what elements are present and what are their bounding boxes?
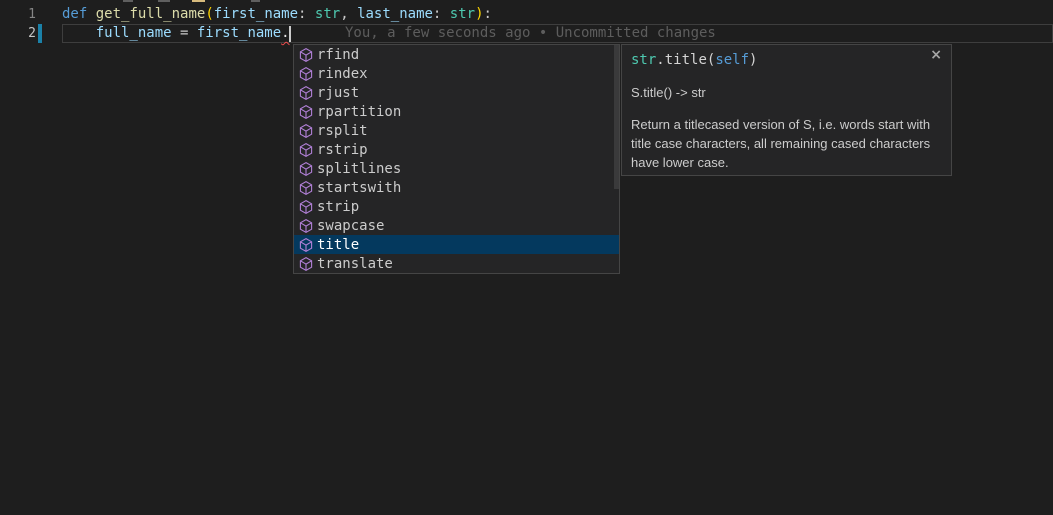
docs-signature: str.title(self) — [631, 51, 943, 70]
suggestion-item[interactable]: rfind — [294, 45, 619, 64]
symbol-method-icon — [298, 218, 314, 234]
suggestion-label: strip — [317, 199, 359, 215]
close-icon[interactable]: × — [930, 47, 942, 63]
suggestion-label: rjust — [317, 85, 359, 101]
suggest-scrollbar[interactable] — [614, 45, 619, 189]
suggestion-label: title — [317, 237, 359, 253]
code-line-2[interactable]: full_name = first_name. — [62, 24, 290, 43]
symbol-method-icon — [298, 237, 314, 253]
symbol-method-icon — [298, 199, 314, 215]
symbol-method-icon — [298, 180, 314, 196]
suggestion-item[interactable]: rstrip — [294, 140, 619, 159]
suggestion-item[interactable]: swapcase — [294, 216, 619, 235]
text-cursor — [289, 26, 291, 42]
line-number-1[interactable]: 1 — [0, 5, 36, 24]
symbol-method-icon — [298, 85, 314, 101]
suggestion-label: rpartition — [317, 104, 401, 120]
clipped-text-fragment — [123, 0, 133, 2]
gutter-modified-indicator — [38, 24, 42, 43]
symbol-method-icon — [298, 161, 314, 177]
suggestion-item[interactable]: rindex — [294, 64, 619, 83]
suggestion-label: rfind — [317, 47, 359, 63]
suggestion-label: startswith — [317, 180, 401, 196]
clipped-text-fragment — [158, 0, 170, 2]
symbol-method-icon — [298, 256, 314, 272]
code-line-1[interactable]: def get_full_name(first_name: str, last_… — [62, 5, 492, 24]
suggestion-label: translate — [317, 256, 393, 272]
suggestion-item[interactable]: rjust — [294, 83, 619, 102]
git-blame-annotation: You, a few seconds ago • Uncommitted cha… — [345, 24, 716, 43]
symbol-method-icon — [298, 104, 314, 120]
symbol-method-icon — [298, 142, 314, 158]
symbol-method-icon — [298, 66, 314, 82]
suggestion-item[interactable]: strip — [294, 197, 619, 216]
suggestion-label: rstrip — [317, 142, 368, 158]
suggestion-label: rsplit — [317, 123, 368, 139]
suggestion-item[interactable]: splitlines — [294, 159, 619, 178]
suggest-list: rfind rindex rjust rpartition — [294, 45, 619, 273]
symbol-method-icon — [298, 123, 314, 139]
suggestion-item[interactable]: rsplit — [294, 121, 619, 140]
suggestion-label: splitlines — [317, 161, 401, 177]
symbol-method-icon — [298, 47, 314, 63]
docs-description: Return a titlecased version of S, i.e. w… — [631, 115, 944, 172]
suggestion-item[interactable]: rpartition — [294, 102, 619, 121]
suggestion-item[interactable]: translate — [294, 254, 619, 273]
clipped-text-fragment — [251, 0, 260, 2]
docs-summary: S.title() -> str — [631, 84, 943, 102]
suggest-widget: rfind rindex rjust rpartition — [293, 44, 620, 274]
clipped-text-fragment — [192, 0, 205, 2]
suggestion-item[interactable]: startswith — [294, 178, 619, 197]
suggestion-label: rindex — [317, 66, 368, 82]
suggest-docs-panel: str.title(self) S.title() -> str Return … — [621, 44, 952, 176]
suggestion-label: swapcase — [317, 218, 384, 234]
suggestion-item[interactable]: title — [294, 235, 619, 254]
line-number-2[interactable]: 2 — [0, 24, 36, 43]
